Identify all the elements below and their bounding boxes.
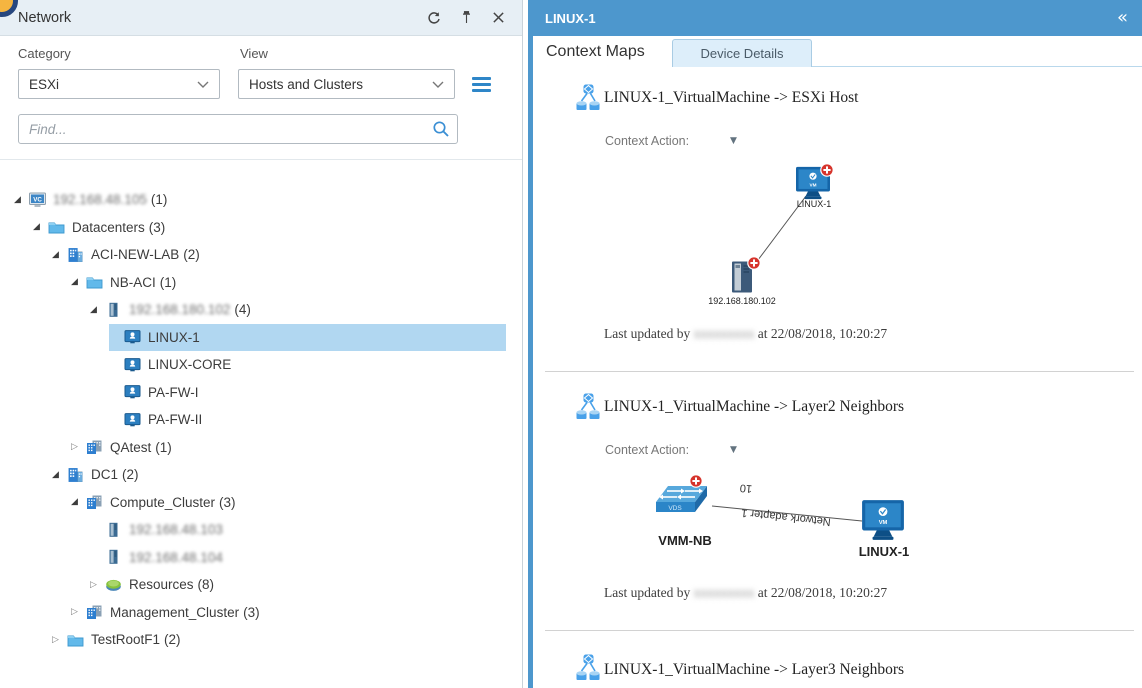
map-title-esxi-host: LINUX-1_VirtualMachine -> ESXi Host xyxy=(604,89,859,106)
refresh-icon[interactable] xyxy=(426,10,442,26)
datacenter-icon xyxy=(67,247,84,263)
context-action-label: Context Action: xyxy=(605,443,690,457)
tree-item-vcenter[interactable]: 192.168.48.105 (1) xyxy=(14,186,506,214)
section-divider xyxy=(545,630,1134,631)
context-action-dropdown-icon[interactable]: ▼ xyxy=(730,136,737,146)
category-select[interactable]: ESXi xyxy=(18,69,220,99)
category-label: Category xyxy=(18,46,71,61)
tree-item-pa-fw-ii[interactable]: PA-FW-II xyxy=(109,406,506,434)
pin-icon[interactable] xyxy=(458,10,474,26)
expand-toggle-icon[interactable] xyxy=(52,250,67,260)
node-label: VMM-NB xyxy=(658,533,712,548)
find-input[interactable] xyxy=(18,114,458,144)
tree-item-qatest[interactable]: QAtest (1) xyxy=(71,434,506,462)
expand-toggle-icon[interactable] xyxy=(71,607,86,617)
view-select[interactable]: Hosts and Clusters xyxy=(238,69,455,99)
link-label-adapter: Network adapter 1 xyxy=(740,506,832,528)
tree-item-pa-fw-i[interactable]: PA-FW-I xyxy=(109,379,506,407)
plus-badge-icon xyxy=(820,163,834,177)
tree-item-nb-aci[interactable]: NB-ACI (1) xyxy=(71,269,506,297)
tree-item-linux-core[interactable]: LINUX-CORE xyxy=(109,351,506,379)
host-icon xyxy=(105,522,122,538)
tree-item-esxi-host[interactable]: 192.168.180.102 (4) xyxy=(90,296,506,324)
network-panel: Network Category View ESXi Hosts and Clu… xyxy=(0,0,523,688)
device-panel: LINUX-1 « Context Maps Device Details LI… xyxy=(528,0,1142,688)
datacenter-icon xyxy=(67,467,84,483)
cluster-icon xyxy=(86,494,103,510)
expand-toggle-icon[interactable] xyxy=(14,195,29,205)
plus-badge-icon xyxy=(689,474,703,488)
plus-badge-icon xyxy=(747,256,761,270)
tree-item-resources[interactable]: Resources (8) xyxy=(90,571,506,599)
expand-toggle-icon[interactable] xyxy=(71,442,86,452)
vm-icon xyxy=(124,384,141,400)
chevron-down-icon xyxy=(432,81,444,88)
node-label: 192.168.180.102 xyxy=(708,296,776,306)
tab-underline xyxy=(812,66,1142,67)
menu-icon[interactable] xyxy=(472,76,491,92)
expand-toggle-icon[interactable] xyxy=(52,470,67,480)
vm-icon xyxy=(124,329,141,345)
expand-toggle-icon[interactable] xyxy=(71,497,86,507)
node-label: LINUX-1 xyxy=(796,199,832,209)
panel-title: Network xyxy=(18,9,72,26)
expand-toggle-icon[interactable] xyxy=(90,305,105,315)
panel-divider[interactable] xyxy=(528,0,533,688)
tab-bar: Context Maps Device Details xyxy=(530,36,1142,67)
host-icon xyxy=(105,549,122,565)
section-divider xyxy=(545,371,1134,372)
tree-item-testrootf1[interactable]: TestRootF1 (2) xyxy=(52,626,506,654)
resource-pool-icon xyxy=(105,577,122,593)
node-label: LINUX-1 xyxy=(858,544,910,559)
last-updated-text: Last updated by xxxxxxxxx at 22/08/2018,… xyxy=(604,326,888,341)
link-label-port: 10 xyxy=(739,481,753,495)
device-title: LINUX-1 xyxy=(545,10,596,26)
expand-toggle-icon[interactable] xyxy=(71,277,86,287)
tree-item-aci-new-lab[interactable]: ACI-NEW-LAB (2) xyxy=(52,241,506,269)
folder-icon xyxy=(86,274,103,290)
cluster-icon xyxy=(86,439,103,455)
close-icon[interactable] xyxy=(490,10,506,26)
folder-icon xyxy=(48,219,65,235)
tree-item-linux-1[interactable]: LINUX-1 xyxy=(109,323,506,351)
host-icon xyxy=(105,302,122,318)
redacted-username: xxxxxxxxx xyxy=(693,585,755,600)
context-action-dropdown-icon[interactable]: ▼ xyxy=(730,445,737,455)
last-updated-text: Last updated by xxxxxxxxx at 22/08/2018,… xyxy=(604,585,888,600)
expand-toggle-icon[interactable] xyxy=(90,580,105,590)
collapse-panel-icon[interactable]: « xyxy=(1117,9,1128,27)
context-action-label: Context Action: xyxy=(605,134,690,148)
network-panel-header: Network xyxy=(0,0,522,36)
vm-node-icon[interactable] xyxy=(860,499,906,541)
cluster-icon xyxy=(86,604,103,620)
redacted-username: xxxxxxxxx xyxy=(693,326,755,341)
view-label: View xyxy=(240,46,268,61)
map-title-layer2: LINUX-1_VirtualMachine -> Layer2 Neighbo… xyxy=(604,398,905,415)
divider xyxy=(0,159,522,160)
expand-toggle-icon[interactable] xyxy=(52,635,67,645)
expand-toggle-icon[interactable] xyxy=(33,222,48,232)
device-titlebar: LINUX-1 « xyxy=(530,0,1142,36)
tree-item-host-103[interactable]: 192.168.48.103 xyxy=(90,516,506,544)
vcenter-icon xyxy=(29,192,46,208)
context-map-icon xyxy=(575,654,601,682)
search-icon[interactable] xyxy=(432,120,450,143)
vm-icon xyxy=(124,412,141,428)
context-map-icon xyxy=(575,84,601,112)
folder-icon xyxy=(67,632,84,648)
network-tree: 192.168.48.105 (1) Datacenters (3) ACI-N… xyxy=(0,186,522,654)
tree-item-management-cluster[interactable]: Management_Cluster (3) xyxy=(71,599,506,627)
tab-context-maps[interactable]: Context Maps xyxy=(546,43,645,61)
tree-item-compute-cluster[interactable]: Compute_Cluster (3) xyxy=(71,489,506,517)
tree-item-host-104[interactable]: 192.168.48.104 xyxy=(90,544,506,572)
map-title-layer3: LINUX-1_VirtualMachine -> Layer3 Neighbo… xyxy=(604,661,905,678)
tree-item-dc1[interactable]: DC1 (2) xyxy=(52,461,506,489)
tree-item-datacenters[interactable]: Datacenters (3) xyxy=(33,214,506,242)
vm-icon xyxy=(124,357,141,373)
context-map-icon xyxy=(575,393,601,421)
tab-device-details[interactable]: Device Details xyxy=(672,39,812,67)
chevron-down-icon xyxy=(197,81,209,88)
